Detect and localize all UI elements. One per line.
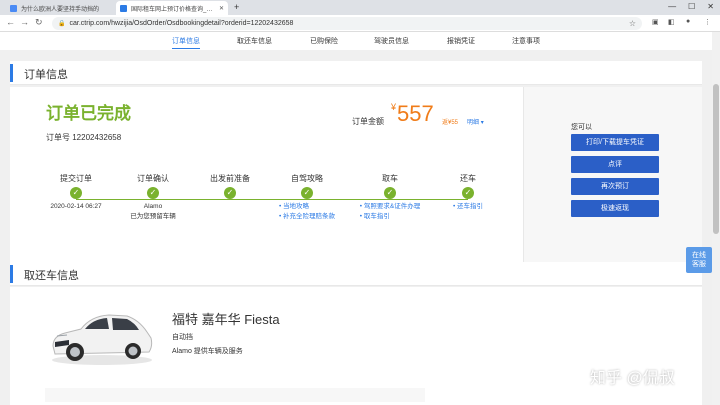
browser-tab-1[interactable]: 为什么欧洲人要坚持手动挡的 ✕ (6, 1, 126, 15)
tab-favicon (120, 4, 127, 12)
check-icon: ✓ (224, 187, 236, 199)
check-icon: ✓ (70, 187, 82, 199)
section-title: 订单信息 (24, 69, 68, 81)
online-service-button[interactable]: 在线 客服 (686, 247, 712, 273)
step-info: 已为您预留车辆 (130, 213, 176, 220)
order-subnav: 订单信息 取还车信息 已购保险 驾驶员信息 报销凭证 注意事项 (0, 32, 712, 50)
service-label: 在线 (692, 252, 706, 259)
actions-label: 您可以 (571, 124, 592, 131)
address-bar: ← → ↻ 🔒 car.ctrip.com/hwzijia/OsdOrder/O… (0, 15, 720, 32)
return-guide-link[interactable]: • 还车指引 (453, 202, 483, 212)
minimize-button[interactable]: — (668, 2, 676, 11)
url-field[interactable]: 🔒 car.ctrip.com/hwzijia/OsdOrder/Osdbook… (52, 17, 642, 30)
car-details-strip (45, 388, 425, 402)
step-info: Alamo (143, 203, 163, 210)
window-controls: — ☐ ✕ (668, 2, 714, 11)
menu-icon[interactable]: ⋮ (704, 18, 711, 26)
print-voucher-button[interactable]: 打印/下载提车凭证 (571, 134, 659, 151)
page-content: 订单信息 取还车信息 已购保险 驾驶员信息 报销凭证 注意事项 订单信息 订单已… (0, 32, 712, 405)
subnav-order-info[interactable]: 订单信息 (172, 36, 200, 49)
chevron-down-icon: ▾ (480, 120, 484, 126)
insurance-terms-link[interactable]: • 补充全险理赔条款 (279, 212, 335, 222)
new-tab-button[interactable]: + (234, 2, 239, 12)
tab-label: 国际租车网上预订价格查询_国际 (131, 6, 216, 13)
pickup-guide-link[interactable]: • 取车指引 (360, 212, 420, 222)
back-icon[interactable]: ← (6, 17, 15, 27)
cashback-amount: 返¥55 (442, 120, 459, 126)
page-scrollbar[interactable] (712, 32, 720, 405)
step-links: • 驾照要求&证件办理 • 取车指引 (360, 202, 420, 222)
watermark: 知乎 @侃叔 (590, 370, 675, 387)
browser-tab-bar: 为什么欧洲人要坚持手动挡的 ✕ 国际租车网上预订价格查询_国际 ✕ + — ☐ … (0, 0, 720, 15)
subnav-pickup-return[interactable]: 取还车信息 (237, 36, 272, 46)
currency-symbol: ¥ (391, 102, 397, 112)
car-model-name: 福特 嘉年华 Fiesta (172, 312, 280, 327)
order-status: 订单已完成 (46, 104, 131, 123)
tab-favicon (10, 4, 17, 12)
scrollbar-thumb[interactable] (713, 84, 719, 234)
local-guide-link[interactable]: • 当地攻略 (279, 202, 335, 212)
rebook-button[interactable]: 再次预订 (571, 178, 659, 195)
car-transmission: 自动挡 (172, 334, 193, 341)
bookmark-star-icon[interactable]: ☆ (629, 19, 636, 28)
maximize-button[interactable]: ☐ (688, 2, 695, 11)
check-icon: ✓ (301, 187, 313, 199)
close-window-button[interactable]: ✕ (707, 2, 714, 11)
subnav-notes[interactable]: 注意事项 (512, 36, 540, 46)
check-icon: ✓ (147, 187, 159, 199)
car-image (52, 314, 153, 365)
forward-icon[interactable]: → (20, 17, 29, 27)
section-accent-bar (10, 265, 13, 283)
profile-icon[interactable]: ● (686, 18, 690, 25)
extension-icon[interactable]: ◧ (668, 18, 675, 26)
step-return: 还车 ✓ • 还车指引 (418, 173, 518, 212)
car-vendor: Alamo 提供车辆及服务 (172, 348, 243, 355)
close-icon[interactable]: ✕ (219, 5, 224, 12)
browser-tab-2[interactable]: 国际租车网上预订价格查询_国际 ✕ (116, 1, 228, 15)
subnav-insurance[interactable]: 已购保险 (310, 36, 338, 46)
section-title: 取还车信息 (24, 270, 79, 282)
order-main: 订单已完成 订单号 12202432658 订单金额 ¥ 557 返¥55 明细… (10, 87, 523, 263)
order-info-panel: 订单已完成 订单号 12202432658 订单金额 ¥ 557 返¥55 明细… (10, 87, 702, 263)
license-requirements-link[interactable]: • 驾照要求&证件办理 (360, 202, 420, 212)
check-icon: ✓ (462, 187, 474, 199)
service-label: 客服 (692, 261, 706, 268)
step-links: • 当地攻略 • 补充全险理赔条款 (279, 202, 335, 222)
order-section-header: 订单信息 (10, 61, 702, 85)
fast-cashback-button[interactable]: 极速返现 (571, 200, 659, 217)
amount-label: 订单金额 (352, 117, 384, 126)
tab-label: 为什么欧洲人要坚持手动挡的 (21, 6, 100, 13)
url-text: car.ctrip.com/hwzijia/OsdOrder/Osdbookin… (69, 20, 294, 27)
price-detail-link[interactable]: 明细 ▾ (467, 117, 484, 126)
price-detail-label: 明细 (467, 120, 480, 126)
section-accent-bar (10, 64, 13, 82)
order-actions-panel: 您可以 打印/下载提车凭证 点评 再次预订 极速返现 (523, 87, 702, 263)
reload-icon[interactable]: ↻ (35, 17, 43, 28)
review-button[interactable]: 点评 (571, 156, 659, 173)
step-name: 还车 (460, 174, 476, 183)
lock-icon: 🔒 (58, 21, 66, 27)
subnav-invoice[interactable]: 报销凭证 (447, 36, 475, 46)
subnav-driver[interactable]: 驾驶员信息 (374, 36, 409, 46)
step-links: • 还车指引 (453, 202, 483, 212)
car-section-header: 取还车信息 (10, 262, 702, 286)
order-number: 订单号 12202432658 (46, 133, 122, 142)
order-amount: 557 (397, 101, 434, 126)
check-icon: ✓ (384, 187, 396, 199)
extension-icon[interactable]: ▣ (652, 18, 659, 26)
